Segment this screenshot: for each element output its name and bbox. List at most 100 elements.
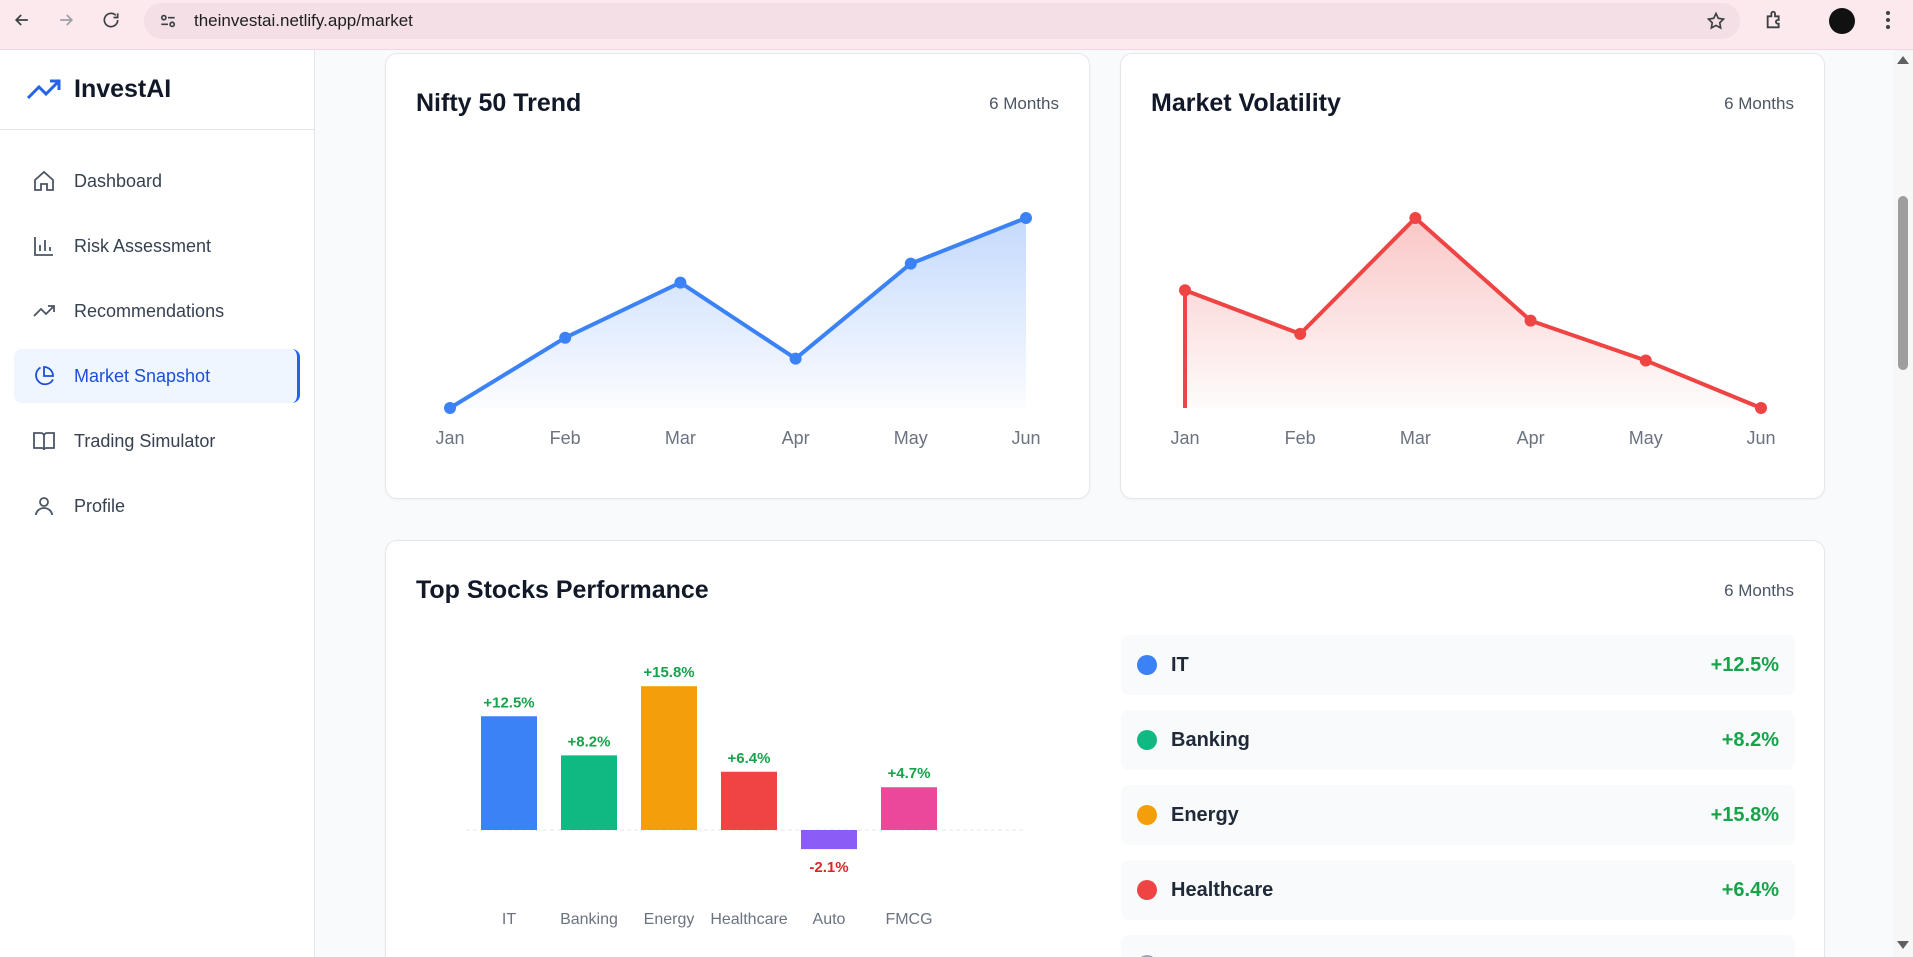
book-icon <box>33 432 55 451</box>
legend-dot <box>1137 805 1157 825</box>
data-point-jun <box>1020 212 1032 224</box>
profile-avatar[interactable] <box>1829 8 1855 34</box>
data-point-apr <box>1524 314 1537 327</box>
back-icon[interactable] <box>2 0 42 40</box>
scroll-up-arrow-icon[interactable] <box>1897 56 1909 64</box>
legend-dot <box>1137 880 1157 900</box>
bar-value-label: +6.4% <box>728 750 771 767</box>
address-bar[interactable]: theinvestai.netlify.app/market <box>144 3 1740 39</box>
scroll-thumb[interactable] <box>1898 196 1908 370</box>
bar-value-label: +8.2% <box>568 733 611 750</box>
sidebar-item-market-snapshot[interactable]: Market Snapshot <box>14 349 300 403</box>
bar-auto <box>801 830 857 850</box>
legend-value: +12.5% <box>1710 653 1779 676</box>
sidebar-item-recommendations[interactable]: Recommendations <box>14 284 300 338</box>
legend-name: IT <box>1171 653 1189 676</box>
main-content: Nifty 50 Trend 6 Months Jan Feb Mar Apr May J… <box>316 50 1893 957</box>
browser-toolbar: theinvestai.netlify.app/market <box>0 0 1913 50</box>
x-tick-label: Auto <box>813 911 846 928</box>
legend-value: +8.2% <box>1721 728 1779 751</box>
x-tick-label: May <box>894 428 928 448</box>
nifty-trend-chart: Jan Feb Mar Apr May Jun <box>435 212 1041 448</box>
legend-name: Banking <box>1171 728 1250 751</box>
sidebar-item-label: Profile <box>74 495 126 516</box>
page-scrollbar[interactable] <box>1893 50 1913 957</box>
series-area <box>1185 218 1761 408</box>
legend-dot <box>1137 730 1157 750</box>
sidebar-item-dashboard[interactable]: Dashboard <box>14 154 300 208</box>
x-tick-label: Feb <box>550 428 581 448</box>
data-point-mar <box>674 276 687 289</box>
sidebar-item-risk-assessment[interactable]: Risk Assessment <box>14 219 300 273</box>
x-tick-label: Mar <box>1400 428 1431 448</box>
legend-item-it[interactable]: IT +12.5% <box>1121 635 1795 695</box>
x-tick-label: Banking <box>560 911 618 928</box>
sidebar-item-label: Trading Simulator <box>74 430 216 451</box>
nifty-trend-card: Nifty 50 Trend 6 Months Jan Feb Mar Apr May J… <box>385 53 1090 499</box>
sidebar-item-label: Dashboard <box>74 170 163 191</box>
reload-icon[interactable] <box>91 0 131 40</box>
legend-dot <box>1137 655 1157 675</box>
x-tick-label: Feb <box>1285 428 1316 448</box>
top-stocks-card: Top Stocks Performance 6 Months +12.5% IT… <box>385 540 1825 957</box>
forward-icon[interactable] <box>46 0 86 40</box>
data-point-may <box>1639 354 1652 367</box>
bar-value-label: +12.5% <box>483 694 534 711</box>
sidebar-item-label: Risk Assessment <box>74 235 212 256</box>
data-point-feb <box>1294 327 1307 340</box>
data-point-feb <box>559 331 572 344</box>
bar-it <box>481 716 537 830</box>
x-tick-label: Jun <box>1011 428 1040 448</box>
sidebar-item-label: Market Snapshot <box>74 365 211 386</box>
bar-banking <box>561 755 617 830</box>
x-tick-label: Energy <box>644 911 695 928</box>
pie-chart-icon <box>35 366 54 386</box>
x-tick-label: Healthcare <box>710 911 787 928</box>
menu-kebab-icon[interactable] <box>1878 8 1898 32</box>
bar-value-label: -2.1% <box>809 859 848 876</box>
data-point-jun <box>1755 402 1767 414</box>
bar-healthcare <box>721 771 777 830</box>
series-area <box>450 218 1026 408</box>
scroll-down-arrow-icon[interactable] <box>1897 941 1909 949</box>
sidebar: InvestAI Dashboard Risk Assessment Recom… <box>0 50 315 957</box>
legend-item-partial[interactable] <box>1121 935 1795 957</box>
extensions-icon[interactable] <box>1764 9 1786 31</box>
x-tick-label: Jun <box>1746 428 1775 448</box>
legend-name: Energy <box>1171 803 1239 826</box>
x-tick-label: FMCG <box>885 911 932 928</box>
legend-value: +6.4% <box>1721 878 1779 901</box>
sidebar-nav: Dashboard Risk Assessment Recommendation… <box>0 130 314 533</box>
trending-up-logo-icon <box>26 79 61 99</box>
legend-value: +15.8% <box>1710 803 1779 826</box>
legend-item-healthcare[interactable]: Healthcare +6.4% <box>1121 860 1795 920</box>
sidebar-item-profile[interactable]: Profile <box>14 479 300 533</box>
bar-value-label: +4.7% <box>888 765 931 782</box>
bar-fmcg <box>881 787 937 830</box>
sidebar-item-label: Recommendations <box>74 300 225 321</box>
bookmark-star-icon[interactable] <box>1706 11 1726 31</box>
data-point-may <box>904 257 917 270</box>
data-point-jan <box>1179 284 1191 297</box>
site-settings-icon[interactable] <box>158 11 178 31</box>
bar-energy <box>641 686 697 830</box>
bar-value-label: +15.8% <box>643 664 694 681</box>
card-period: 6 Months <box>1724 581 1794 600</box>
legend-item-banking[interactable]: Banking +8.2% <box>1121 710 1795 770</box>
url-text[interactable]: theinvestai.netlify.app/market <box>194 11 413 31</box>
x-tick-label: Mar <box>665 428 696 448</box>
x-tick-label: Apr <box>1517 428 1545 448</box>
market-volatility-card: Market Volatility 6 Months Jan Feb Mar Apr M… <box>1120 53 1825 499</box>
brand-name: InvestAI <box>74 75 172 103</box>
x-tick-label: IT <box>502 911 516 928</box>
x-tick-label: Jan <box>435 428 464 448</box>
trending-up-icon <box>33 305 55 317</box>
legend-item-energy[interactable]: Energy +15.8% <box>1121 785 1795 845</box>
sidebar-item-trading-simulator[interactable]: Trading Simulator <box>14 414 300 468</box>
legend-name: Healthcare <box>1171 878 1274 901</box>
brand[interactable]: InvestAI <box>0 50 314 130</box>
market-volatility-chart: Jan Feb Mar Apr May Jun <box>1170 212 1776 448</box>
bar-chart-icon <box>34 237 53 256</box>
data-point-jan <box>444 402 456 414</box>
data-point-apr <box>789 352 802 365</box>
